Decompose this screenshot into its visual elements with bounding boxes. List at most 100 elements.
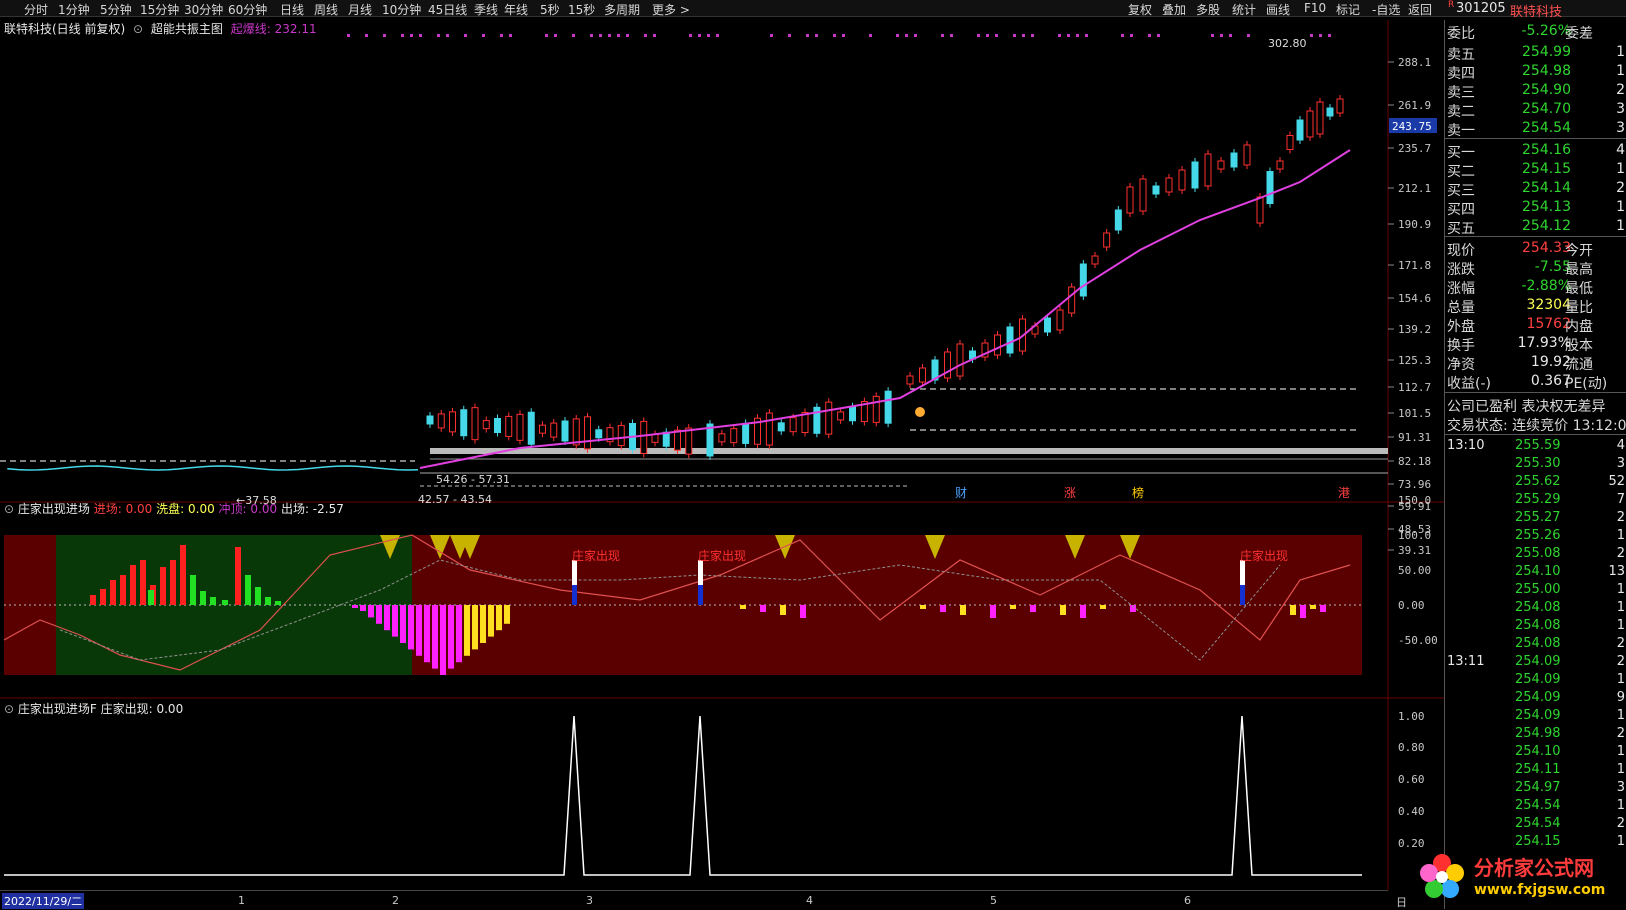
tick-volume: 2: [1617, 510, 1625, 525]
candle: [920, 368, 926, 382]
indicator1-chart[interactable]: 150.0 100.0 50.00 0.00 -50.00 庄家出现 庄家出现 庄家出现: [4, 494, 1438, 675]
stat-label: 最高: [1565, 259, 1593, 279]
tick-price: 255.27: [1515, 510, 1561, 525]
indicator2-axis-label: 0.60: [1398, 773, 1425, 786]
period-tab[interactable]: 年线: [504, 1, 528, 18]
signal-dot: [617, 34, 620, 37]
indicator1-axis-label: 0.00: [1398, 599, 1425, 612]
candle: [675, 430, 681, 450]
toolbar-button[interactable]: F10: [1304, 1, 1326, 15]
period-tab[interactable]: 更多 >: [652, 1, 690, 18]
book-row[interactable]: 卖三 254.90 2: [1445, 82, 1626, 101]
toolbar-button[interactable]: 返回: [1408, 1, 1432, 18]
signal-dot: [626, 34, 629, 37]
current-price-tag: 243.75: [1389, 118, 1437, 133]
period-tab[interactable]: 分时: [24, 1, 48, 18]
indicator2-title-bar: ⊙ 庄家出现进场F 庄家出现: 0.00: [4, 700, 183, 717]
signal-dot: [572, 34, 575, 37]
signal-dot: [995, 34, 998, 37]
indicator2-axis-label: 1.00: [1398, 710, 1425, 723]
period-tab[interactable]: 多周期: [604, 1, 640, 18]
book-row[interactable]: 买四 254.13 1: [1445, 199, 1626, 218]
candle: [427, 416, 433, 424]
candle: [506, 416, 512, 436]
toolbar-button[interactable]: -自选: [1372, 1, 1400, 18]
event-marker[interactable]: 港: [1338, 486, 1350, 500]
toolbar-button[interactable]: 多股: [1196, 1, 1220, 18]
price-axis-label: 82.18: [1398, 455, 1431, 468]
period-tab[interactable]: 15秒: [568, 1, 595, 18]
book-price: 254.16: [1522, 142, 1571, 158]
bar: [120, 575, 126, 605]
period-tab[interactable]: 5秒: [540, 1, 560, 18]
event-marker[interactable]: 涨: [1064, 485, 1076, 500]
indicator1-title[interactable]: 庄家出现进场: [18, 502, 90, 516]
candle: [1218, 161, 1224, 169]
tick-volume: 1: [1617, 672, 1625, 687]
price-axis-label: 91.31: [1398, 431, 1431, 444]
weibi-row: 委比 -5.26% 委差: [1445, 23, 1626, 42]
stat-value: 254.33: [1522, 240, 1571, 256]
stat-label: 流通: [1565, 354, 1593, 374]
bar: [222, 600, 228, 605]
book-row[interactable]: 买二 254.15 1: [1445, 161, 1626, 180]
book-row[interactable]: 卖二 254.70 3: [1445, 101, 1626, 120]
bar: [376, 605, 382, 624]
signal-dot: [950, 34, 953, 37]
period-tab[interactable]: 周线: [314, 1, 338, 18]
indicator2-axis-label: 0.40: [1398, 805, 1425, 818]
bar: [360, 605, 366, 611]
event-marker[interactable]: 榜: [1132, 485, 1144, 500]
event-label: 庄家出现: [698, 548, 746, 563]
tick-volume: 3: [1617, 780, 1625, 795]
bar: [130, 565, 136, 605]
tick-price: 254.09: [1515, 672, 1561, 687]
book-label: 买二: [1447, 161, 1475, 181]
tick-row: 254.09 1: [1445, 672, 1626, 690]
period-tab[interactable]: 月线: [348, 1, 372, 18]
tick-price: 254.09: [1515, 690, 1561, 705]
period-tab[interactable]: 45日线: [428, 1, 467, 18]
book-row[interactable]: 卖一 254.54 3: [1445, 120, 1626, 139]
tick-price: 255.30: [1515, 456, 1561, 471]
period-tab[interactable]: 1分钟: [58, 1, 90, 18]
notice2-row: 交易状态: 连续竞价 13:12:0: [1445, 415, 1626, 434]
signal-dot: [1013, 34, 1016, 37]
main-price-chart[interactable]: 288.1 261.9 235.7 212.1 190.9 171.8 154.6 139.2…: [0, 20, 1444, 890]
tick-row: 254.08 2: [1445, 636, 1626, 654]
period-tab[interactable]: 5分钟: [100, 1, 132, 18]
candle: [551, 423, 557, 437]
book-row[interactable]: 买三 254.14 2: [1445, 180, 1626, 199]
signal-dot: [1121, 34, 1124, 37]
toolbar-button[interactable]: 标记: [1336, 1, 1360, 18]
indicator2-chart[interactable]: 1.000.800.600.400.20: [4, 710, 1425, 875]
book-row[interactable]: 卖五 254.99 1: [1445, 44, 1626, 63]
r-flag: R: [1448, 0, 1454, 10]
collapse-icon[interactable]: ⊙: [4, 502, 14, 516]
bar: [235, 547, 241, 605]
tick-price: 255.00: [1515, 582, 1561, 597]
bar: [148, 590, 154, 605]
support-band: [430, 448, 1388, 454]
month-label: 3: [586, 894, 593, 907]
toolbar-button[interactable]: 统计: [1232, 1, 1256, 18]
period-tab[interactable]: 60分钟: [228, 1, 267, 18]
indicator2-title[interactable]: 庄家出现进场F: [18, 702, 97, 716]
toolbar-button[interactable]: 复权: [1128, 1, 1152, 18]
toolbar-button[interactable]: 叠加: [1162, 1, 1186, 18]
tick-volume: 1: [1617, 528, 1625, 543]
event-label: 庄家出现: [1240, 548, 1288, 563]
book-row[interactable]: 买五 254.12 1: [1445, 218, 1626, 237]
tick-volume: 13: [1608, 564, 1625, 579]
period-tab[interactable]: 15分钟: [140, 1, 179, 18]
period-tab[interactable]: 日线: [280, 1, 304, 18]
period-tab[interactable]: 10分钟: [382, 1, 421, 18]
event-marker[interactable]: 财: [955, 486, 967, 500]
book-row[interactable]: 卖四 254.98 1: [1445, 63, 1626, 82]
book-row[interactable]: 买一 254.16 4: [1445, 142, 1626, 161]
collapse-icon[interactable]: ⊙: [4, 702, 14, 716]
period-tab[interactable]: 30分钟: [184, 1, 223, 18]
toolbar-button[interactable]: 画线: [1266, 1, 1290, 18]
bar: [160, 567, 166, 605]
period-tab[interactable]: 季线: [474, 1, 498, 18]
